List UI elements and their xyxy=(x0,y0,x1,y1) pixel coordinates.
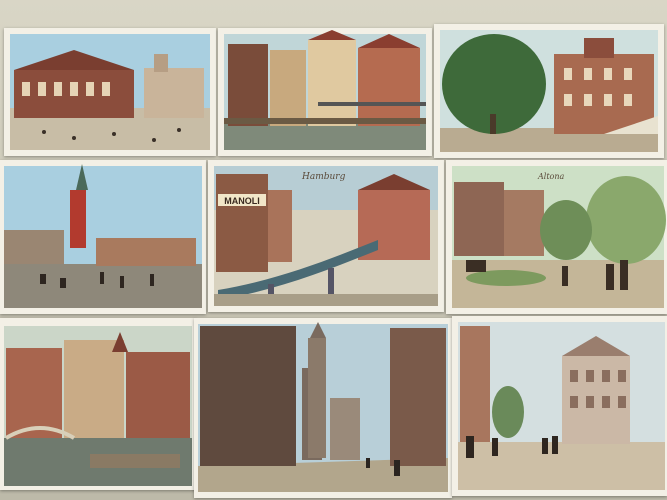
postcard-1 xyxy=(4,28,216,156)
postcard-2 xyxy=(218,28,432,156)
postcard-4-image xyxy=(4,164,202,308)
postcard-4 xyxy=(0,160,206,314)
postcard-7-image xyxy=(4,326,192,486)
postcard-2-image xyxy=(224,30,426,150)
postcard-8-image xyxy=(198,322,448,492)
postcard-7 xyxy=(0,318,196,490)
postcard-5-image: MANOLI xyxy=(214,166,438,306)
postcard-3 xyxy=(434,24,664,158)
postcard-9-image xyxy=(458,322,665,490)
postcard-5: MANOLI Hamburg xyxy=(208,160,444,312)
manoli-sign: MANOLI xyxy=(224,196,260,206)
postcard-6-image xyxy=(452,166,666,308)
postcard-6: Altona xyxy=(446,160,667,314)
postcard-8 xyxy=(194,318,452,498)
postcard-9 xyxy=(452,316,667,496)
postcard-6-caption: Altona xyxy=(538,172,565,181)
postcard-1-image xyxy=(10,34,210,150)
postcard-5-caption: Hamburg xyxy=(302,172,346,182)
postcard-3-image xyxy=(440,30,658,152)
